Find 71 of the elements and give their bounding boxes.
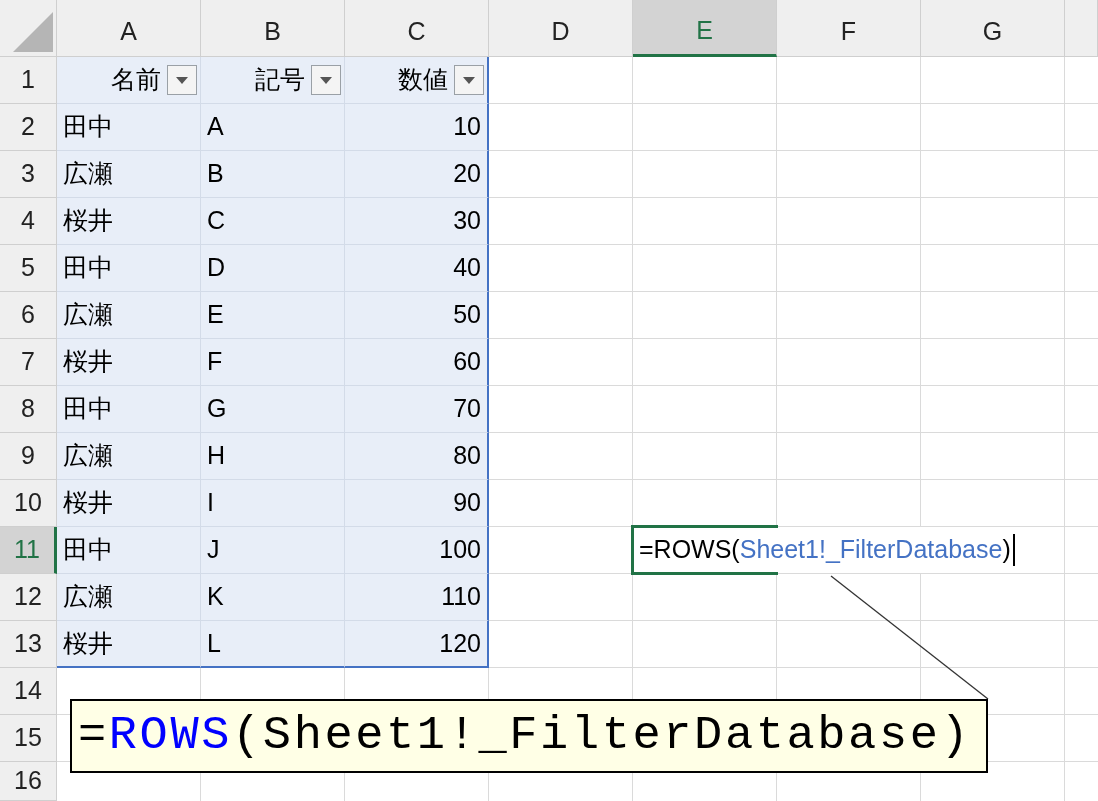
- row-header[interactable]: 7: [0, 339, 57, 386]
- row-header[interactable]: 12: [0, 574, 57, 621]
- table-cell: C: [201, 198, 345, 245]
- table-cell: 100: [345, 527, 489, 574]
- table-header: 記号: [255, 64, 305, 96]
- column-header[interactable]: D: [489, 0, 633, 57]
- table-cell: A: [201, 104, 345, 151]
- table-cell: 110: [345, 574, 489, 621]
- table-cell: K: [201, 574, 345, 621]
- row-header[interactable]: 5: [0, 245, 57, 292]
- table-cell: 桜井: [57, 339, 201, 386]
- row-header[interactable]: 16: [0, 762, 57, 801]
- table-cell: 田中: [57, 245, 201, 292]
- table-cell: J: [201, 527, 345, 574]
- column-header[interactable]: B: [201, 0, 345, 57]
- table-cell: 80: [345, 433, 489, 480]
- row-header[interactable]: 9: [0, 433, 57, 480]
- column-header[interactable]: G: [921, 0, 1065, 57]
- filter-button[interactable]: [167, 65, 197, 95]
- row-header[interactable]: 8: [0, 386, 57, 433]
- row-header[interactable]: 2: [0, 104, 57, 151]
- table-cell: 20: [345, 151, 489, 198]
- table-cell: 田中: [57, 386, 201, 433]
- table-cell: F: [201, 339, 345, 386]
- column-header[interactable]: F: [777, 0, 921, 57]
- filter-button[interactable]: [454, 65, 484, 95]
- column-header[interactable]: C: [345, 0, 489, 57]
- table-cell: 120: [345, 621, 489, 668]
- formula-callout: =ROWS(Sheet1!_FilterDatabase): [70, 699, 988, 773]
- table-cell: 桜井: [57, 621, 201, 668]
- table-cell: 桜井: [57, 198, 201, 245]
- table-cell: 90: [345, 480, 489, 527]
- table-cell: B: [201, 151, 345, 198]
- table-cell: 広瀬: [57, 433, 201, 480]
- filter-button[interactable]: [311, 65, 341, 95]
- row-header[interactable]: 3: [0, 151, 57, 198]
- table-cell: 広瀬: [57, 151, 201, 198]
- row-header[interactable]: 15: [0, 715, 57, 762]
- table-cell: 10: [345, 104, 489, 151]
- table-cell: 50: [345, 292, 489, 339]
- caret-icon: [176, 76, 188, 84]
- table-header: 数値: [398, 64, 448, 96]
- row-header[interactable]: 14: [0, 668, 57, 715]
- table-cell: 田中: [57, 527, 201, 574]
- row-header[interactable]: 10: [0, 480, 57, 527]
- table-cell: 広瀬: [57, 574, 201, 621]
- table-cell: 30: [345, 198, 489, 245]
- table-cell: G: [201, 386, 345, 433]
- table-cell: H: [201, 433, 345, 480]
- row-header[interactable]: 4: [0, 198, 57, 245]
- column-header[interactable]: E: [633, 0, 777, 57]
- column-header[interactable]: A: [57, 0, 201, 57]
- table-cell: 桜井: [57, 480, 201, 527]
- row-header[interactable]: 6: [0, 292, 57, 339]
- caret-icon: [320, 76, 332, 84]
- table-cell: 40: [345, 245, 489, 292]
- table-cell: 田中: [57, 104, 201, 151]
- table-cell: 広瀬: [57, 292, 201, 339]
- table-cell: 60: [345, 339, 489, 386]
- table-cell: E: [201, 292, 345, 339]
- row-header[interactable]: 11: [0, 527, 57, 574]
- row-header[interactable]: 1: [0, 57, 57, 104]
- table-cell: D: [201, 245, 345, 292]
- table-header: 名前: [111, 64, 161, 96]
- text-cursor: [1012, 534, 1015, 566]
- table-cell: I: [201, 480, 345, 527]
- formula-text[interactable]: =ROWS(Sheet1!_FilterDatabase): [639, 531, 1011, 569]
- table-cell: 70: [345, 386, 489, 433]
- table-cell: L: [201, 621, 345, 668]
- row-header[interactable]: 13: [0, 621, 57, 668]
- caret-icon: [463, 76, 475, 84]
